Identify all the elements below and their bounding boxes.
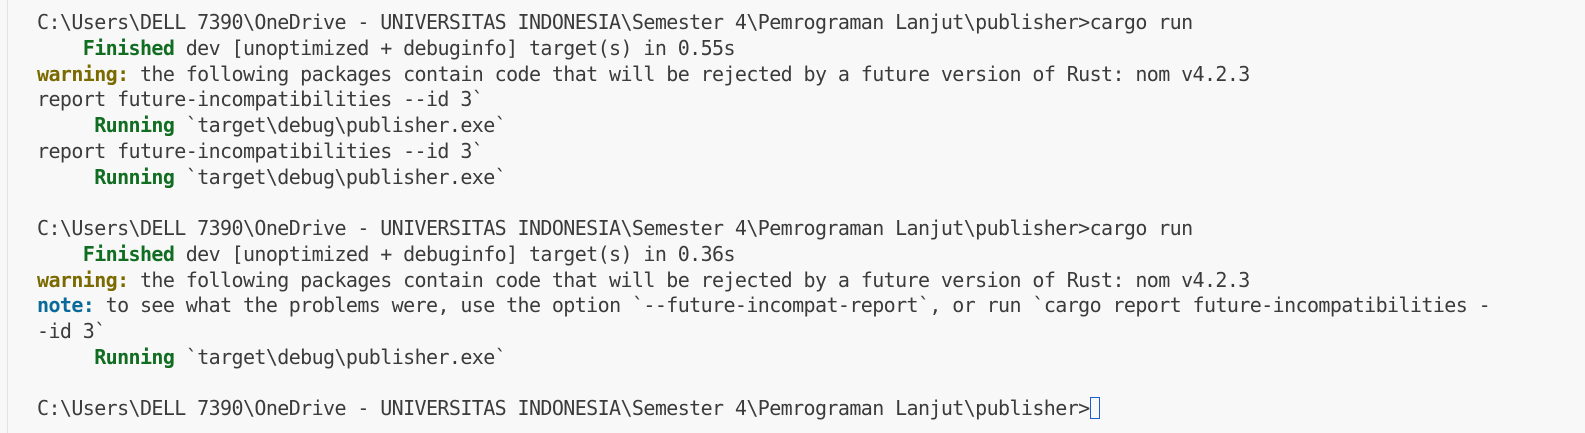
terminal-output[interactable]: C:\Users\DELL 7390\OneDrive - UNIVERSITA… bbox=[37, 10, 1577, 422]
terminal-gutter-divider bbox=[7, 0, 8, 433]
terminal-line: Finished dev [unoptimized + debuginfo] t… bbox=[37, 36, 1577, 62]
finished-label: Finished bbox=[82, 35, 175, 60]
prompt-text: C:\Users\DELL 7390\OneDrive - UNIVERSITA… bbox=[37, 396, 1090, 421]
finished-label: Finished bbox=[82, 241, 175, 266]
note-continuation: -id 3` bbox=[37, 319, 106, 343]
terminal-input-line[interactable]: C:\Users\DELL 7390\OneDrive - UNIVERSITA… bbox=[37, 396, 1577, 422]
running-text: `target\debug\publisher.exe` bbox=[174, 344, 507, 369]
warning-label: warning: bbox=[37, 61, 129, 86]
note-label: note: bbox=[37, 293, 95, 318]
finished-text: dev [unoptimized + debuginfo] target(s) … bbox=[174, 35, 736, 60]
terminal-line: Running `target\debug\publisher.exe` bbox=[37, 165, 1577, 191]
terminal-line: warning: the following packages contain … bbox=[37, 62, 1577, 88]
prompt-text: C:\Users\DELL 7390\OneDrive - UNIVERSITA… bbox=[37, 216, 1090, 240]
running-label: Running bbox=[94, 164, 175, 189]
terminal-line: report future-incompatibilities --id 3` bbox=[37, 139, 1577, 165]
terminal-line: -id 3` bbox=[37, 319, 1577, 345]
prompt-text: C:\Users\DELL 7390\OneDrive - UNIVERSITA… bbox=[37, 10, 1090, 34]
terminal-line: report future-incompatibilities --id 3` bbox=[37, 87, 1577, 113]
terminal-line: C:\Users\DELL 7390\OneDrive - UNIVERSITA… bbox=[37, 10, 1577, 36]
running-text: `target\debug\publisher.exe` bbox=[174, 164, 507, 189]
command-text: cargo run bbox=[1089, 10, 1194, 34]
report-text: report future-incompatibilities --id 3` bbox=[37, 87, 484, 112]
command-text: cargo run bbox=[1089, 216, 1194, 240]
warning-label: warning: bbox=[37, 267, 129, 292]
terminal-line: Running `target\debug\publisher.exe` bbox=[37, 345, 1577, 371]
running-text: `target\debug\publisher.exe` bbox=[174, 113, 507, 137]
terminal-line: Finished dev [unoptimized + debuginfo] t… bbox=[37, 242, 1577, 268]
warning-text: the following packages contain code that… bbox=[128, 61, 1250, 86]
running-label: Running bbox=[94, 113, 175, 137]
report-text: report future-incompatibilities --id 3` bbox=[37, 138, 484, 163]
warning-text: the following packages contain code that… bbox=[128, 267, 1250, 292]
note-text: to see what the problems were, use the o… bbox=[94, 293, 1491, 318]
finished-text: dev [unoptimized + debuginfo] target(s) … bbox=[174, 241, 736, 266]
terminal-line: warning: the following packages contain … bbox=[37, 268, 1577, 294]
text-cursor[interactable] bbox=[1089, 397, 1100, 420]
terminal-line: C:\Users\DELL 7390\OneDrive - UNIVERSITA… bbox=[37, 216, 1577, 242]
running-label: Running bbox=[94, 344, 175, 369]
terminal-line: Running `target\debug\publisher.exe` bbox=[37, 113, 1577, 139]
terminal-line: note: to see what the problems were, use… bbox=[37, 293, 1577, 319]
